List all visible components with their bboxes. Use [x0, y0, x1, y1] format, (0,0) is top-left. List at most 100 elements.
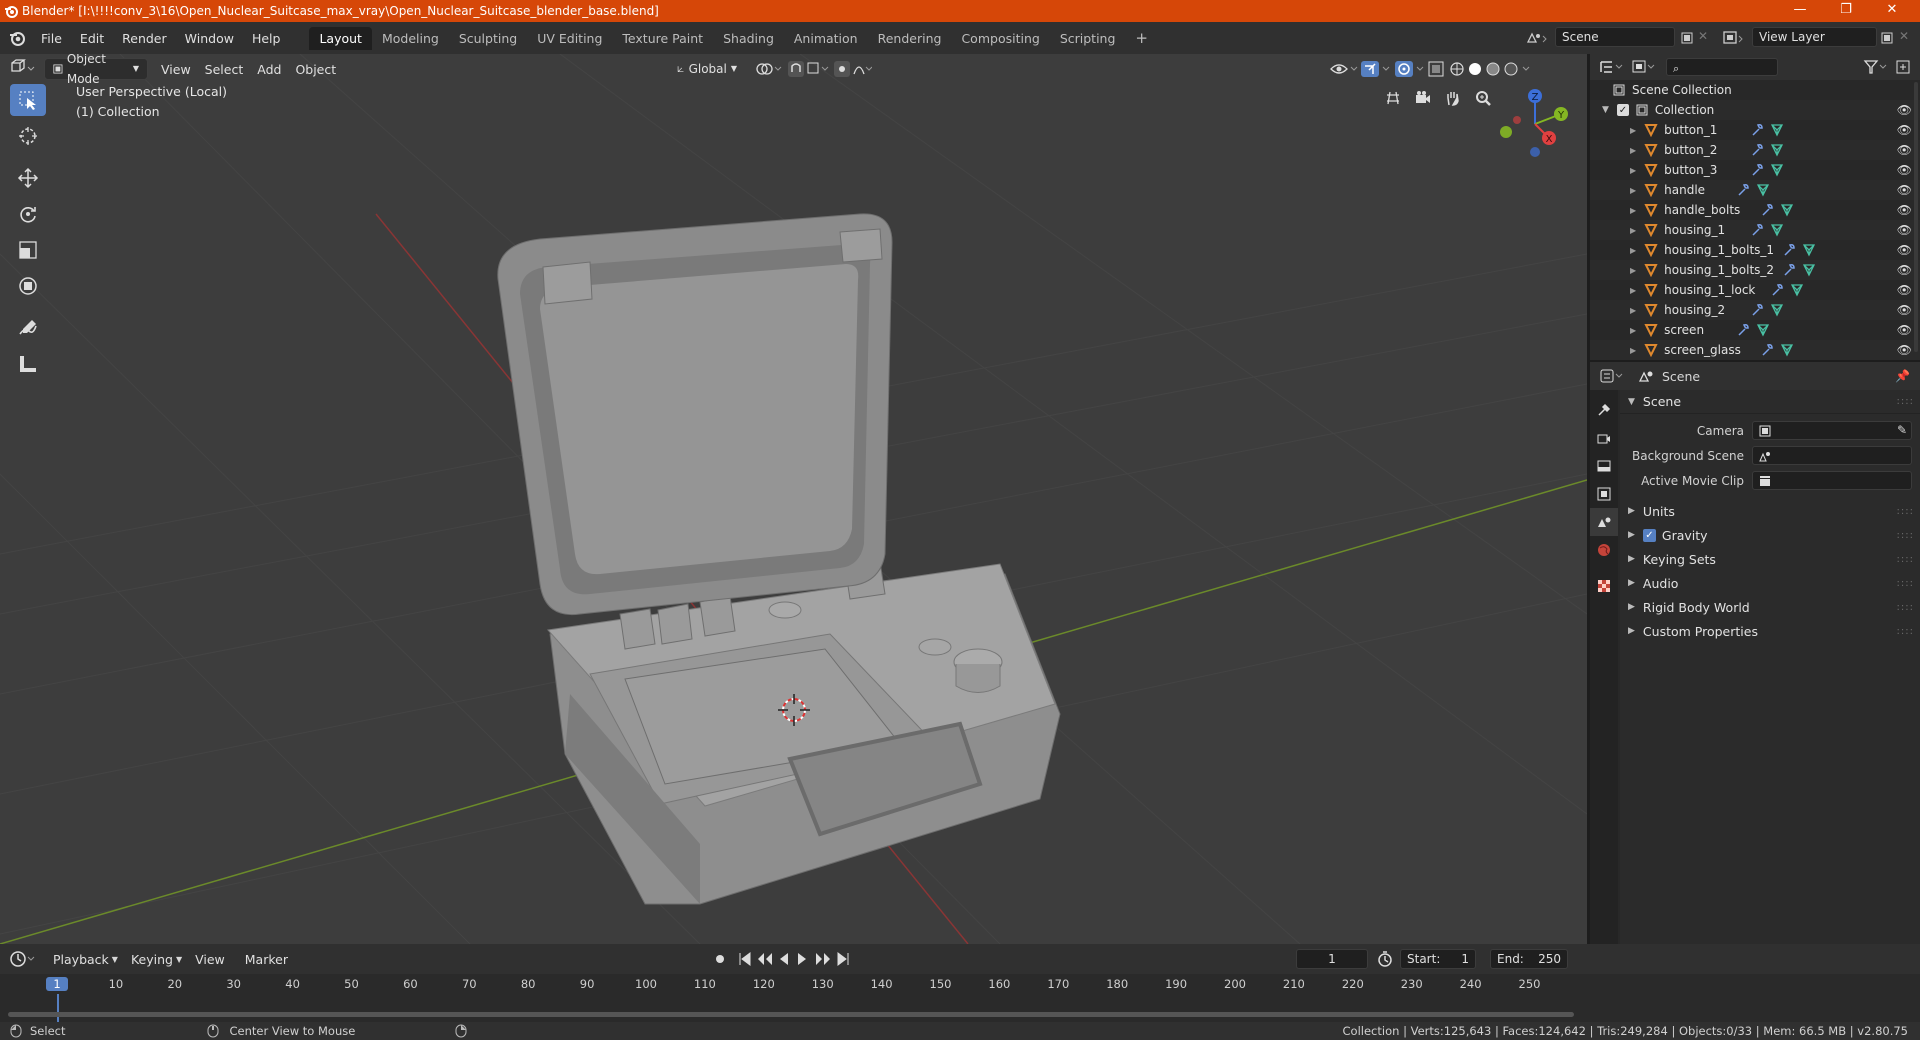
menu-window[interactable]: Window — [176, 31, 243, 46]
mesh-data-icon[interactable] — [1770, 163, 1784, 177]
modifier-wrench-icon[interactable] — [1750, 303, 1764, 317]
viewport-menu-view[interactable]: View — [154, 62, 198, 77]
tab-tool[interactable] — [1590, 396, 1618, 424]
expand-arrow-icon[interactable]: ▶ — [1630, 226, 1636, 235]
outliner-object-row[interactable]: ▶ button_3 👁 — [1590, 160, 1920, 180]
timeline-scrollbar[interactable] — [8, 1012, 1574, 1017]
3d-viewport[interactable]: Object Mode ▼ View Select Add Object Glo… — [0, 54, 1587, 944]
modifier-wrench-icon[interactable] — [1750, 223, 1764, 237]
rotate-tool[interactable] — [10, 198, 46, 230]
camera-view-button[interactable] — [1409, 84, 1437, 112]
menu-help[interactable]: Help — [243, 31, 290, 46]
current-frame-field[interactable]: 1 — [1296, 949, 1368, 969]
start-frame-field[interactable]: Start: 1 — [1400, 949, 1476, 969]
visibility-eye-icon[interactable]: 👁 — [1897, 283, 1912, 297]
pivot-snap-proportional-icons[interactable] — [752, 58, 872, 80]
mesh-data-icon[interactable] — [1756, 183, 1770, 197]
timeline-menu-view[interactable]: View — [188, 952, 232, 967]
end-frame-field[interactable]: End: 250 — [1490, 949, 1568, 969]
active-movie-clip-field[interactable] — [1752, 471, 1912, 490]
tab-layout[interactable]: Layout — [309, 26, 372, 50]
gravity-checkbox[interactable]: ✓ — [1642, 528, 1656, 542]
visibility-eye-icon[interactable]: 👁 — [1897, 343, 1912, 357]
collection-checkbox[interactable]: ✓ — [1616, 104, 1629, 116]
mesh-data-icon[interactable] — [1802, 243, 1816, 257]
outliner-object-row[interactable]: ▶ housing_1_bolts_1 👁 — [1590, 240, 1920, 260]
modifier-wrench-icon[interactable] — [1750, 143, 1764, 157]
modifier-wrench-icon[interactable] — [1760, 203, 1774, 217]
outliner-object-row[interactable]: ▶ housing_1 👁 — [1590, 220, 1920, 240]
maximize-button[interactable]: ❐ — [1823, 0, 1869, 22]
expand-arrow-icon[interactable]: ▶ — [1630, 246, 1636, 255]
pin-icon[interactable]: 📌 — [1895, 369, 1910, 383]
expand-arrow-icon[interactable]: ▼ — [1602, 105, 1609, 115]
transform-orientation-dropdown[interactable]: Global ▼ — [668, 58, 746, 80]
tab-texture-paint[interactable]: Texture Paint — [612, 27, 713, 50]
outliner-scrollbar[interactable] — [1914, 82, 1918, 352]
measure-tool[interactable] — [10, 348, 46, 380]
expand-arrow-icon[interactable]: ▶ — [1630, 346, 1636, 355]
delete-scene-icon[interactable]: ✕ — [1698, 29, 1708, 43]
zoom-view-button[interactable] — [1469, 84, 1497, 112]
delete-view-layer-icon[interactable]: ✕ — [1899, 29, 1909, 43]
modifier-wrench-icon[interactable] — [1782, 243, 1796, 257]
audio-panel-header[interactable]: ▶ Audio :::: — [1620, 571, 1920, 595]
tab-scripting[interactable]: Scripting — [1050, 27, 1126, 50]
outliner-search-input[interactable]: ⌕ — [1666, 58, 1778, 76]
visibility-eye-icon[interactable]: 👁 — [1897, 223, 1912, 237]
transform-tool[interactable] — [10, 270, 46, 302]
blender-menu-icon[interactable] — [8, 29, 26, 47]
viewport-shading-icons[interactable] — [1327, 58, 1587, 80]
outliner-editor-icon[interactable] — [1598, 58, 1626, 76]
visibility-eye-icon[interactable]: 👁 — [1897, 103, 1912, 117]
move-tool[interactable] — [10, 162, 46, 194]
tab-modeling[interactable]: Modeling — [372, 27, 449, 50]
outliner-object-row[interactable]: ▶ button_2 👁 — [1590, 140, 1920, 160]
expand-arrow-icon[interactable]: ▶ — [1630, 206, 1636, 215]
mesh-data-icon[interactable] — [1770, 123, 1784, 137]
mesh-data-icon[interactable] — [1780, 203, 1794, 217]
navigation-gizmo[interactable]: Z Y X — [1495, 84, 1575, 164]
tab-animation[interactable]: Animation — [784, 27, 868, 50]
timeline-menu-keying[interactable]: Keying — [124, 952, 180, 967]
modifier-wrench-icon[interactable] — [1750, 123, 1764, 137]
mesh-data-icon[interactable] — [1802, 263, 1816, 277]
mesh-data-icon[interactable] — [1770, 303, 1784, 317]
tab-texture[interactable] — [1590, 572, 1618, 600]
outliner-object-row[interactable]: ▶ button_1 👁 — [1590, 120, 1920, 140]
expand-arrow-icon[interactable]: ▶ — [1630, 306, 1636, 315]
tab-view-layer[interactable] — [1590, 480, 1618, 508]
mesh-data-icon[interactable] — [1790, 283, 1804, 297]
editor-type-icon[interactable] — [8, 58, 38, 80]
playhead-line[interactable] — [57, 994, 59, 1022]
expand-arrow-icon[interactable]: ▶ — [1630, 186, 1636, 195]
modifier-wrench-icon[interactable] — [1750, 163, 1764, 177]
collection-row[interactable]: ▼ ✓ Collection 👁 — [1590, 100, 1920, 120]
visibility-eye-icon[interactable]: 👁 — [1897, 263, 1912, 277]
playback-controls[interactable] — [712, 949, 852, 969]
background-scene-field[interactable] — [1752, 446, 1912, 465]
expand-arrow-icon[interactable]: ▶ — [1630, 326, 1636, 335]
menu-file[interactable]: File — [32, 31, 71, 46]
properties-editor-icon[interactable] — [1598, 367, 1626, 385]
tab-shading[interactable]: Shading — [713, 27, 784, 50]
stopwatch-icon[interactable] — [1376, 950, 1394, 968]
timeline-editor-icon[interactable] — [8, 949, 38, 969]
visibility-eye-icon[interactable]: 👁 — [1897, 183, 1912, 197]
view-layer-selector[interactable]: View Layer — [1752, 27, 1877, 47]
mesh-data-icon[interactable] — [1756, 323, 1770, 337]
outliner-object-row[interactable]: ▶ handle_bolts 👁 — [1590, 200, 1920, 220]
outliner-object-row[interactable]: ▶ housing_1_bolts_2 👁 — [1590, 260, 1920, 280]
tab-compositing[interactable]: Compositing — [951, 27, 1049, 50]
eyedropper-icon[interactable]: ✎ — [1897, 423, 1907, 437]
scene-icon[interactable] — [1526, 30, 1548, 46]
tab-uv-editing[interactable]: UV Editing — [527, 27, 612, 50]
rigid-body-world-panel-header[interactable]: ▶ Rigid Body World :::: — [1620, 595, 1920, 619]
new-scene-icon[interactable] — [1680, 31, 1694, 45]
outliner-object-row[interactable]: ▶ screen_glass 👁 — [1590, 340, 1920, 360]
visibility-eye-icon[interactable]: 👁 — [1897, 303, 1912, 317]
menu-edit[interactable]: Edit — [71, 31, 113, 46]
drag-handle-icon[interactable]: :::: — [1897, 578, 1914, 589]
expand-arrow-icon[interactable]: ▶ — [1630, 126, 1636, 135]
visibility-eye-icon[interactable]: 👁 — [1897, 143, 1912, 157]
